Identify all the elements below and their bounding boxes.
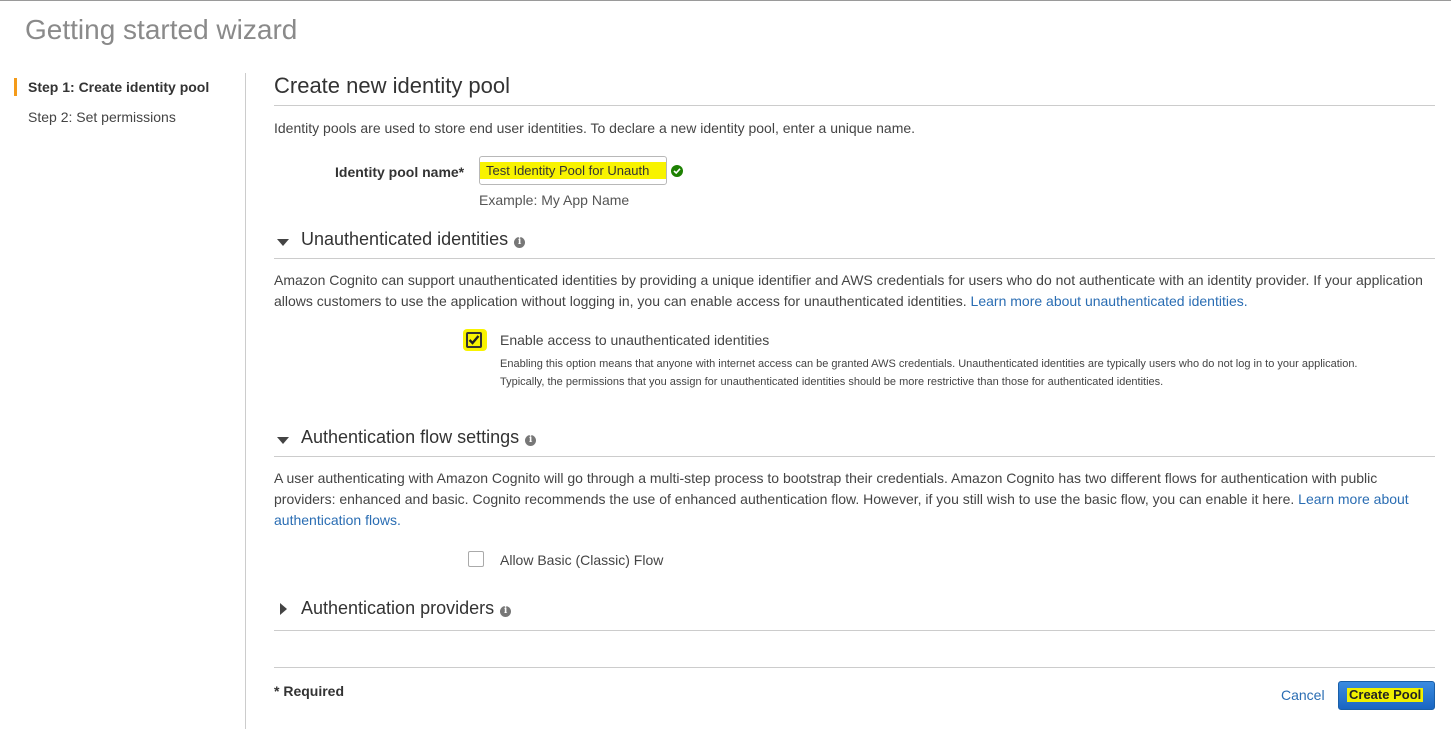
enable-unauth-help: Enabling this option means that anyone w…: [500, 358, 1358, 388]
pool-name-label: Identity pool name*: [335, 164, 465, 180]
expand-caret-icon: [280, 603, 287, 615]
page-title: Getting started wizard: [25, 14, 298, 45]
pool-name-example: Example: My App Name: [479, 192, 630, 208]
sidebar-divider: [245, 73, 246, 729]
section-heading: Create new identity pool: [274, 70, 1435, 106]
enable-unauth-checkbox[interactable]: [463, 329, 487, 351]
valid-check-icon: [671, 165, 683, 177]
authflow-section-title[interactable]: Authentication flow settings i: [301, 427, 537, 448]
checkbox-box: [466, 332, 482, 348]
intro-text: Identity pools are used to store end use…: [274, 120, 916, 136]
sidebar-item-step-2[interactable]: Step 2: Set permissions: [14, 106, 244, 136]
providers-section-header[interactable]: Authentication providers i: [274, 598, 1435, 631]
main-content: Create new identity pool Identity pools …: [274, 70, 1435, 710]
collapse-caret-icon: [277, 437, 289, 444]
info-icon[interactable]: i: [514, 237, 526, 248]
allow-basic-flow-label[interactable]: Allow Basic (Classic) Flow: [500, 552, 663, 568]
cancel-button[interactable]: Cancel: [1281, 687, 1325, 703]
unauth-section-header[interactable]: Unauthenticated identities i: [274, 229, 1435, 259]
top-border: [0, 0, 1451, 1]
enable-unauth-label[interactable]: Enable access to unauthenticated identit…: [500, 332, 769, 348]
unauth-section-title[interactable]: Unauthenticated identities i: [301, 229, 526, 250]
unauth-description: Amazon Cognito can support unauthenticat…: [274, 272, 1423, 309]
sidebar-item-step-1[interactable]: Step 1: Create identity pool: [14, 76, 244, 106]
create-pool-button[interactable]: Create Pool: [1338, 681, 1435, 710]
authflow-description: A user authenticating with Amazon Cognit…: [274, 470, 1409, 528]
footer-divider: [274, 667, 1435, 668]
info-icon[interactable]: i: [500, 606, 512, 617]
pool-name-input[interactable]: [479, 156, 667, 185]
allow-basic-flow-checkbox[interactable]: [468, 551, 484, 567]
providers-section-title[interactable]: Authentication providers i: [301, 598, 512, 619]
collapse-caret-icon: [277, 239, 289, 246]
learn-more-unauth-link[interactable]: Learn more about unauthenticated identit…: [971, 293, 1248, 309]
info-icon[interactable]: i: [525, 435, 537, 446]
authflow-section-header[interactable]: Authentication flow settings i: [274, 427, 1435, 457]
required-note: * Required: [274, 683, 345, 699]
checkmark-icon: [468, 335, 480, 345]
wizard-steps-sidebar: Step 1: Create identity pool Step 2: Set…: [14, 76, 244, 136]
